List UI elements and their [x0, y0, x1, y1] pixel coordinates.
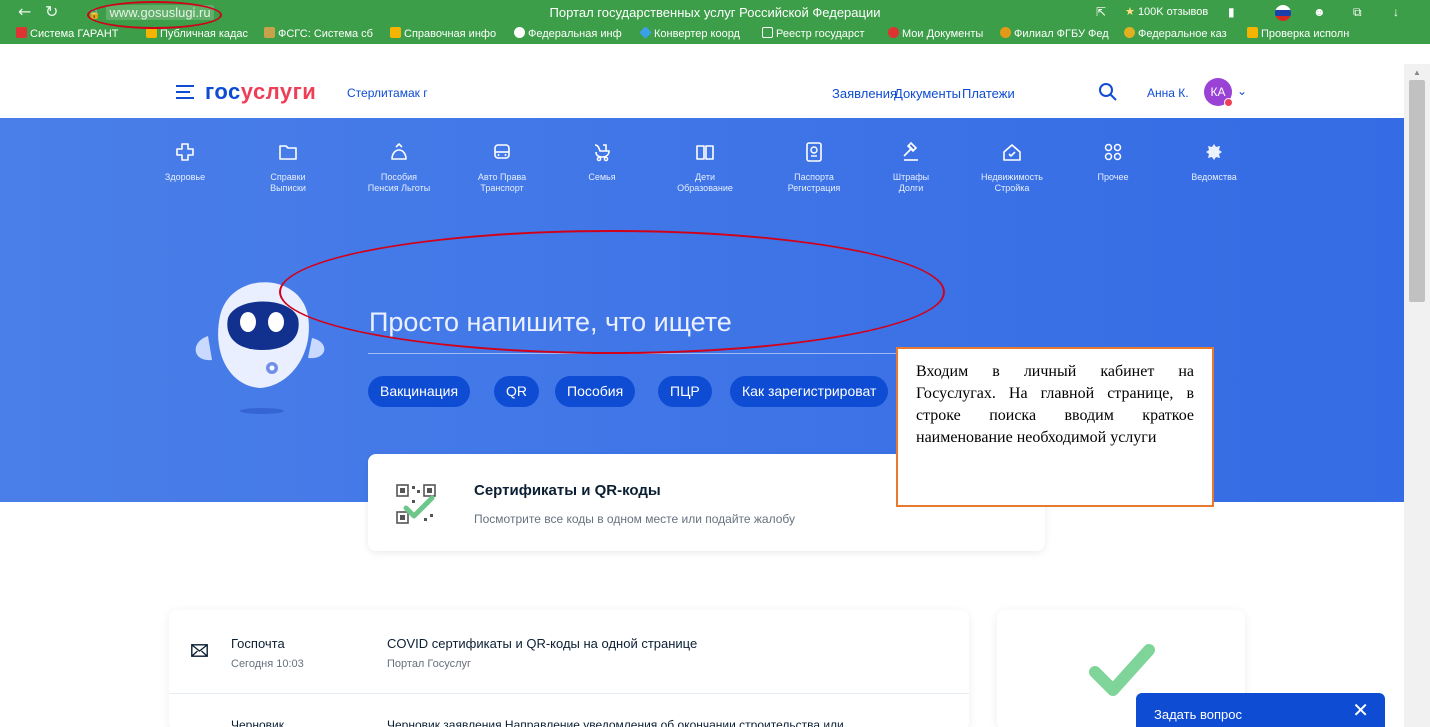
folder-icon — [279, 145, 297, 160]
certificates-title: Сертификаты и QR-коды — [474, 482, 661, 499]
download-icon[interactable]: ↓ — [1393, 4, 1399, 20]
qr-code-icon — [396, 484, 436, 524]
close-icon[interactable]: ✕ — [1352, 701, 1369, 721]
bookmark-icon[interactable]: ▮ — [1228, 4, 1235, 20]
browser-window: ← ↻ 🔒 www.gosuslugi.ru Портал государстве… — [0, 0, 1430, 727]
notification-dot — [1224, 98, 1233, 107]
browser-titlebar: ← ↻ 🔒 www.gosuslugi.ru Портал государстве… — [0, 0, 1430, 44]
ask-question-widget[interactable]: Задать вопрос ✕ — [1136, 693, 1385, 727]
annotation-search-ellipse — [279, 230, 945, 354]
avatar[interactable]: КА — [1204, 78, 1233, 107]
collections-icon[interactable]: ⧉ — [1353, 4, 1362, 20]
location-link[interactable]: Стерлитамак г — [347, 86, 428, 100]
bookmark-item[interactable]: Справочная инфо — [390, 27, 496, 41]
message-sender[interactable]: Черновик — [231, 718, 284, 727]
russia-flag-icon[interactable] — [1275, 5, 1291, 21]
chip-how-to-register[interactable]: Как зарегистрироват — [730, 376, 889, 407]
bookmark-item[interactable]: Система ГАРАНТ — [16, 27, 119, 41]
search-icon[interactable] — [1098, 82, 1118, 102]
nav-documents[interactable]: Документы — [894, 86, 961, 101]
bookmark-item[interactable]: Филиал ФГБУ Фед — [1000, 27, 1109, 41]
house-icon — [1003, 144, 1021, 161]
certificates-subtitle: Посмотрите все коды в одном месте или по… — [474, 512, 796, 526]
grid-icon — [1104, 143, 1122, 161]
car-icon — [494, 144, 510, 159]
chip-vaccination[interactable]: Вакцинация — [368, 376, 471, 407]
chip-benefits[interactable]: Пособия — [555, 376, 636, 407]
message-time: Сегодня 10:03 — [231, 658, 304, 670]
category-other[interactable]: Прочее — [1068, 141, 1158, 183]
checkmark-icon — [1089, 644, 1155, 696]
bookmark-item[interactable]: Федеральная инф — [514, 27, 622, 41]
category-auto[interactable]: Авто Права Транспорт — [457, 141, 547, 194]
category-agencies[interactable]: Ведомства — [1169, 141, 1259, 183]
list-item[interactable]: Госпочта Сегодня 10:03 COVID сертификаты… — [169, 610, 969, 694]
book-icon — [696, 145, 714, 160]
chip-pcr[interactable]: ПЦР — [658, 376, 712, 407]
gavel-icon — [903, 141, 918, 161]
stroller-icon — [594, 144, 610, 162]
category-fines[interactable]: Штрафы Долги — [866, 141, 956, 194]
health-icon — [176, 143, 194, 161]
bookmark-item[interactable]: Реестр государст — [762, 27, 865, 41]
chevron-down-icon[interactable]: ⌄ — [1237, 84, 1247, 98]
passport-icon — [806, 142, 822, 162]
annotation-callout: Входим в личный кабинет на Госуслугах. Н… — [896, 347, 1214, 507]
reviews-badge[interactable]: ★ 100K отзывов — [1125, 4, 1208, 20]
category-children[interactable]: Дети Образование — [660, 141, 750, 194]
chip-qr[interactable]: QR — [494, 376, 539, 407]
bookmark-item[interactable]: ФСГС: Система сб — [264, 27, 373, 41]
bookmark-item[interactable]: Федеральное каз — [1124, 27, 1227, 41]
bag-icon — [391, 143, 407, 160]
bookmark-item[interactable]: Публичная кадас — [146, 27, 248, 41]
bookmarks-bar: Система ГАРАНТ Публичная кадас ФСГС: Сис… — [0, 25, 1430, 44]
message-title: COVID сертификаты и QR-коды на одной стр… — [387, 636, 698, 651]
bookmark-item[interactable]: Проверка исполн — [1247, 27, 1349, 41]
menu-icon[interactable] — [176, 85, 194, 99]
extension-icon[interactable]: ☻ — [1313, 4, 1326, 20]
nav-payments[interactable]: Платежи — [962, 86, 1015, 101]
user-name[interactable]: Анна К. — [1147, 86, 1189, 100]
message-title[interactable]: Черновик заявления Направление уведомлен… — [387, 718, 844, 727]
category-passports[interactable]: Паспорта Регистрация — [769, 141, 859, 194]
bookmark-item[interactable]: Мои Документы — [888, 27, 983, 41]
envelope-icon — [191, 644, 208, 657]
scrollbar-thumb[interactable] — [1409, 80, 1425, 302]
bookmark-item[interactable]: Конвертер коорд — [639, 26, 740, 41]
category-certificates[interactable]: Справки Выписки — [243, 141, 333, 194]
annotation-url-ellipse — [87, 1, 222, 29]
share-icon[interactable]: ⇱ — [1096, 4, 1106, 20]
scroll-up-icon[interactable]: ▲ — [1413, 68, 1421, 77]
emblem-icon — [1206, 144, 1222, 160]
category-family[interactable]: Семья — [557, 141, 647, 183]
nav-applications[interactable]: Заявления — [832, 86, 897, 101]
gosuslugi-logo[interactable]: госуслуги — [205, 80, 316, 104]
notifications-feed: Госпочта Сегодня 10:03 COVID сертификаты… — [169, 610, 969, 727]
message-source: Портал Госуслуг — [387, 658, 472, 670]
category-benefits[interactable]: Пособия Пенсия Льготы — [354, 141, 444, 194]
ask-question-label: Задать вопрос — [1154, 707, 1242, 722]
category-realty[interactable]: Недвижимость Стройка — [967, 141, 1057, 194]
scrollbar[interactable]: ▲ — [1404, 64, 1430, 727]
site-header: госуслуги Стерлитамак г Заявления Докуме… — [0, 70, 1404, 118]
reviews-text: 100K отзывов — [1137, 6, 1209, 18]
category-health[interactable]: Здоровье — [140, 141, 230, 183]
star-icon: ★ — [1125, 6, 1135, 18]
message-sender: Госпочта — [231, 636, 285, 651]
